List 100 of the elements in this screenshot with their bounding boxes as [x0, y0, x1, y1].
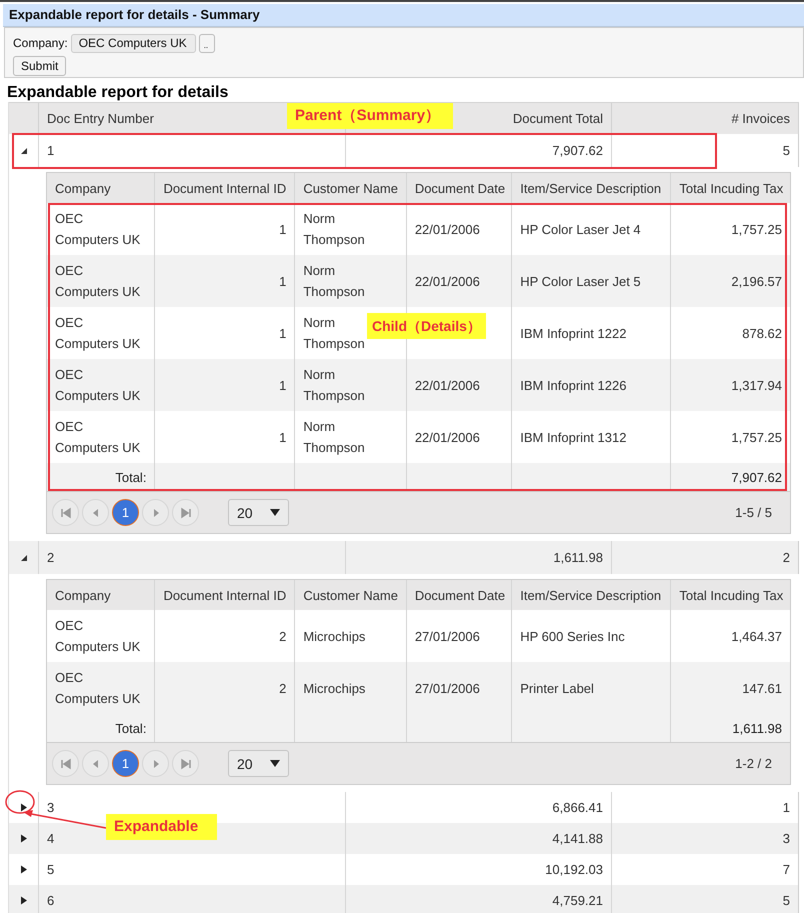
expand-triangle-icon[interactable]: [20, 865, 28, 874]
table-cell-text: 1,464.37: [731, 628, 782, 646]
table-cell-text: Norm Thompson: [303, 210, 365, 249]
total-label: Total:: [115, 470, 146, 484]
last-page-button[interactable]: [172, 499, 199, 526]
table-cell-text: OEC Computers UK: [55, 366, 142, 405]
table-cell-text: OEC Computers UK: [55, 210, 142, 249]
report-title: Expandable report for details: [7, 84, 230, 102]
collapse-triangle-icon[interactable]: [20, 146, 28, 154]
column-header[interactable]: Company: [47, 580, 155, 610]
table-cell-text: IBM Infoprint 1312: [520, 428, 626, 447]
last-page-button[interactable]: [172, 750, 199, 777]
table-cell-text: 1: [279, 220, 286, 238]
submit-button[interactable]: Submit: [13, 56, 66, 76]
table-cell: 10,192.03: [545, 862, 603, 877]
table-cell-text: 22/01/2006: [414, 376, 480, 394]
table-cell: 3: [782, 831, 790, 846]
table-cell: 3: [47, 800, 54, 815]
table-cell-text: 22/01/2006: [414, 272, 480, 290]
previous-page-button[interactable]: [82, 499, 109, 526]
column-header[interactable]: Item/Service Description: [512, 580, 671, 610]
table-cell: 6,866.41: [552, 800, 603, 815]
column-header[interactable]: Total Incuding Tax: [670, 173, 790, 203]
table-cell-text: OEC Computers UK: [55, 418, 142, 457]
next-page-button[interactable]: [142, 499, 169, 526]
column-header[interactable]: Customer Name: [294, 580, 406, 610]
column-header[interactable]: Company: [47, 173, 155, 203]
first-page-button[interactable]: [52, 499, 79, 526]
table-cell: 4: [47, 831, 54, 846]
previous-page-button[interactable]: [82, 750, 109, 777]
collapse-triangle-icon[interactable]: [20, 554, 28, 562]
table-cell-text: IBM Infoprint 1226: [520, 376, 626, 395]
table-cell-text: Norm Thompson: [303, 314, 365, 353]
expand-triangle-icon[interactable]: [20, 803, 28, 812]
table-cell-text: Microchips: [303, 680, 366, 698]
table-cell-text: 22/01/2006: [414, 220, 480, 238]
skip-first-icon: [58, 506, 72, 520]
table-cell-text: 27/01/2006: [414, 680, 480, 698]
table-cell-text: 1: [279, 428, 286, 446]
table-cell: 6: [47, 893, 54, 908]
skip-last-icon: [178, 756, 192, 770]
table-cell-text: OEC Computers UK: [55, 669, 142, 708]
column-header[interactable]: Customer Name: [294, 173, 406, 203]
table-cell-text: Microchips: [303, 628, 366, 646]
table-cell-text: OEC Computers UK: [55, 314, 142, 353]
table-cell: 4,141.88: [552, 831, 603, 846]
table-cell-text: Norm Thompson: [303, 366, 365, 405]
page-size-dropdown[interactable]: 20: [228, 499, 289, 526]
column-header[interactable]: # Invoices: [731, 111, 790, 126]
column-header[interactable]: Document Date: [406, 173, 512, 203]
column-header[interactable]: Item/Service Description: [512, 173, 671, 203]
table-cell: 1: [782, 800, 790, 815]
page-button[interactable]: 1: [112, 499, 139, 526]
next-page-button[interactable]: [142, 750, 169, 777]
table-cell: 7: [782, 862, 790, 877]
column-header[interactable]: Document Total: [512, 111, 603, 126]
table-cell-text: 27/01/2006: [414, 628, 480, 646]
column-header[interactable]: Total Incuding Tax: [670, 580, 790, 610]
table-cell: 2: [782, 550, 790, 565]
callout-label: Child（Details）: [367, 313, 486, 339]
table-cell-text: 1: [279, 272, 286, 290]
table-cell: 2: [47, 550, 54, 565]
table-cell: 7,907.62: [552, 143, 603, 158]
table-cell: 5: [782, 893, 790, 908]
first-page-button[interactable]: [52, 750, 79, 777]
column-header[interactable]: Document Internal ID: [154, 173, 295, 203]
lookup-button[interactable]: ..: [198, 34, 215, 52]
field-label: Company:: [13, 36, 68, 50]
table-cell-text: OEC Computers UK: [55, 262, 142, 301]
company-field[interactable]: OEC Computers UK: [70, 34, 196, 52]
table-cell: 4,759.21: [552, 893, 603, 908]
callout-label: Expandable: [106, 814, 217, 840]
table-cell: 5: [782, 143, 790, 158]
column-header[interactable]: Document Internal ID: [154, 580, 295, 610]
caret-icon: [270, 760, 280, 767]
caret-icon: [270, 509, 280, 516]
table-cell: 1: [47, 143, 54, 158]
table-cell-text: 1: [279, 324, 286, 342]
page-button[interactable]: 1: [112, 750, 139, 777]
table-cell-text: 22/01/2006: [414, 428, 480, 446]
expand-triangle-icon[interactable]: [20, 896, 28, 905]
callout-label: Parent（Summary）: [287, 103, 453, 129]
column-header[interactable]: Doc Entry Number: [47, 111, 154, 126]
table-cell-text: 1,757.25: [731, 428, 782, 446]
page-size-dropdown[interactable]: 20: [228, 750, 289, 777]
table-cell-text: 878.62: [742, 324, 782, 342]
column-header[interactable]: Document Date: [406, 580, 512, 610]
expand-triangle-icon[interactable]: [20, 834, 28, 843]
table-cell: 1,611.98: [553, 550, 603, 565]
table-cell-text: Norm Thompson: [303, 418, 365, 457]
table-cell-text: HP 600 Series Inc: [520, 628, 625, 646]
total-value: 1,611.98: [732, 720, 782, 736]
window-title: Expandable report for details - Summary: [3, 4, 804, 27]
total-label: Total:: [115, 720, 146, 736]
table-cell-text: 2,196.57: [731, 272, 782, 290]
table-cell-text: 1,757.25: [731, 220, 782, 238]
skip-last-icon: [178, 506, 192, 520]
table-cell: 5: [47, 862, 54, 877]
total-value: 7,907.62: [731, 470, 782, 484]
table-cell-text: 1: [279, 376, 286, 394]
